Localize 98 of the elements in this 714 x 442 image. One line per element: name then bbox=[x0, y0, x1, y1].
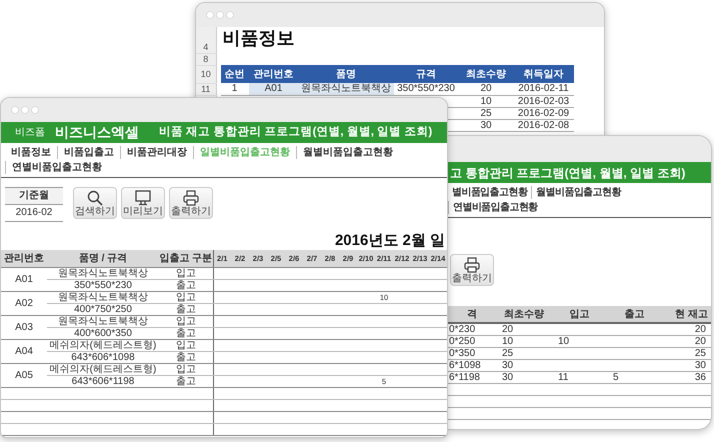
nav-tab[interactable]: 별비품입출고현황 bbox=[448, 186, 532, 199]
table-cell: 36 bbox=[694, 372, 706, 383]
table-cell: 2016-02-03 bbox=[518, 96, 570, 106]
base-month-value: 2016-02 bbox=[14, 206, 54, 220]
table-cell: 20 bbox=[480, 83, 492, 94]
table-cell: 25 bbox=[480, 108, 492, 118]
table-cell: 350*550*230 bbox=[397, 83, 455, 94]
print-button[interactable]: 출력하기 bbox=[450, 254, 494, 286]
nav-tab[interactable]: 비품정보 bbox=[5, 146, 57, 159]
column-header: 출고 bbox=[624, 308, 644, 320]
printer-icon bbox=[183, 190, 199, 206]
table-cell: 입고 bbox=[176, 364, 196, 374]
table-cell: A02 bbox=[15, 298, 33, 308]
column-header: 현 재고 bbox=[675, 308, 708, 320]
table-cell: 메쉬의자(헤드레스트형) bbox=[50, 364, 156, 374]
table-cell: 출고 bbox=[176, 304, 196, 314]
table-cell: 1 bbox=[232, 83, 238, 94]
print-button[interactable]: 출력하기 bbox=[169, 187, 213, 219]
table-cell: 출고 bbox=[176, 352, 196, 362]
table-cell: 25 bbox=[502, 348, 514, 359]
search-button[interactable]: 검색하기 bbox=[73, 187, 117, 219]
base-month-label: 기준월 bbox=[5, 188, 63, 205]
table-cell: 0*350 bbox=[449, 348, 476, 359]
column-header: 최초수량 bbox=[466, 68, 506, 80]
table-cell: 10 bbox=[558, 336, 570, 347]
table-cell: 30 bbox=[694, 360, 706, 371]
table-cell: 입고 bbox=[176, 340, 196, 350]
table-cell: 6*1098 bbox=[449, 360, 481, 371]
table-cell: 643*606*1198 bbox=[72, 376, 134, 386]
row-number: 10 bbox=[196, 65, 216, 83]
nav-tab[interactable]: 월별비품입출고현황 bbox=[296, 146, 399, 159]
table-cell: 출고 bbox=[176, 328, 196, 338]
nav-tab[interactable]: 비품관리대장 bbox=[120, 146, 193, 159]
row-number: 8 bbox=[196, 53, 216, 65]
table-cell: 입고 bbox=[176, 292, 196, 302]
row-number: 4 bbox=[196, 27, 216, 53]
table-cell: 20 bbox=[694, 324, 706, 335]
table-cell: 20 bbox=[694, 336, 706, 347]
monitor-icon bbox=[135, 190, 151, 206]
table-cell: 출고 bbox=[176, 376, 196, 386]
column-header: 관리번호 bbox=[4, 252, 44, 264]
column-header: 순번 bbox=[224, 68, 244, 80]
table-cell: A05 bbox=[15, 370, 33, 380]
nav-tab[interactable]: 연별비품입출고현황 bbox=[5, 161, 108, 174]
column-header: 입출고 구분 bbox=[159, 252, 212, 264]
table-cell: 2016-02-11 bbox=[518, 83, 569, 94]
table-cell: 출고 bbox=[176, 280, 196, 290]
table-cell: 350*550*230 bbox=[74, 280, 132, 290]
table-cell: 원목좌식노트북책상 bbox=[58, 316, 148, 326]
table-cell: 25 bbox=[694, 348, 706, 359]
table-cell: 입고 bbox=[176, 316, 196, 326]
report-heading: 2016년도 2월 일 bbox=[334, 232, 445, 249]
table-cell: 30 bbox=[502, 372, 514, 383]
printer-icon bbox=[464, 256, 480, 272]
table-cell: 10 bbox=[502, 336, 514, 347]
table-cell: 400*600*350 bbox=[74, 328, 132, 338]
table-cell: 643*606*1098 bbox=[71, 352, 135, 362]
column-header: 격 bbox=[467, 308, 477, 320]
window-dots-icon bbox=[11, 106, 41, 114]
table-cell: 원목좌식노트북책상 bbox=[58, 292, 148, 302]
window-dots-icon bbox=[206, 11, 236, 19]
table-cell: 11 bbox=[558, 372, 568, 383]
table-cell: 30 bbox=[502, 360, 514, 371]
table-cell: A01 bbox=[264, 83, 282, 94]
program-title: 비품 재고 통합관리 프로그램(연별, 월별, 일별 조회) bbox=[159, 124, 432, 140]
table-cell: 30 bbox=[480, 120, 492, 130]
table-cell: 입고 bbox=[176, 268, 196, 278]
column-header: 품명 bbox=[336, 68, 356, 80]
brand-label: 비즈폼 bbox=[15, 126, 45, 140]
sheet-title: 비품정보 bbox=[222, 28, 294, 48]
table-cell: A04 bbox=[15, 346, 33, 356]
brand-name: 비즈니스엑셀 bbox=[55, 123, 139, 142]
table-cell: 원목좌식노트북책상 bbox=[58, 268, 148, 278]
table-cell: 원목좌식노트북책상 bbox=[301, 83, 391, 94]
table-cell: 10 bbox=[480, 96, 492, 106]
table-cell: 5 bbox=[613, 372, 619, 383]
table-cell: 2016-02-09 bbox=[518, 108, 570, 118]
nav-tab[interactable]: 월별비품입출고현황 bbox=[531, 186, 625, 199]
table-cell: 20 bbox=[502, 324, 514, 335]
table-cell: A01 bbox=[15, 274, 33, 284]
column-header: 입고 bbox=[570, 308, 590, 320]
column-header: 최초수량 bbox=[504, 308, 544, 320]
table-cell: A03 bbox=[15, 322, 33, 332]
column-header: 품명 / 규격 bbox=[78, 252, 128, 264]
preview-button[interactable]: 미리보기 bbox=[121, 187, 165, 219]
table-cell: 2016-02-08 bbox=[518, 120, 570, 130]
column-header: 규격 bbox=[416, 68, 436, 80]
nav-tab[interactable]: 비품입출고 bbox=[57, 146, 120, 159]
table-cell: 0*250 bbox=[449, 336, 476, 347]
table-cell: 6*1198 bbox=[449, 372, 480, 383]
search-icon bbox=[87, 190, 103, 206]
row-number: 11 bbox=[196, 83, 216, 95]
program-title: 고 통합관리 프로그램(연별, 월별, 일별 조회) bbox=[450, 164, 686, 182]
column-header: 관리번호 bbox=[254, 68, 294, 80]
table-cell: 메쉬의자(헤드레스트형) bbox=[50, 340, 156, 350]
table-cell: 400*750*250 bbox=[74, 304, 132, 314]
column-header: 취득일자 bbox=[524, 68, 564, 80]
table-cell: 0*230 bbox=[449, 324, 476, 335]
